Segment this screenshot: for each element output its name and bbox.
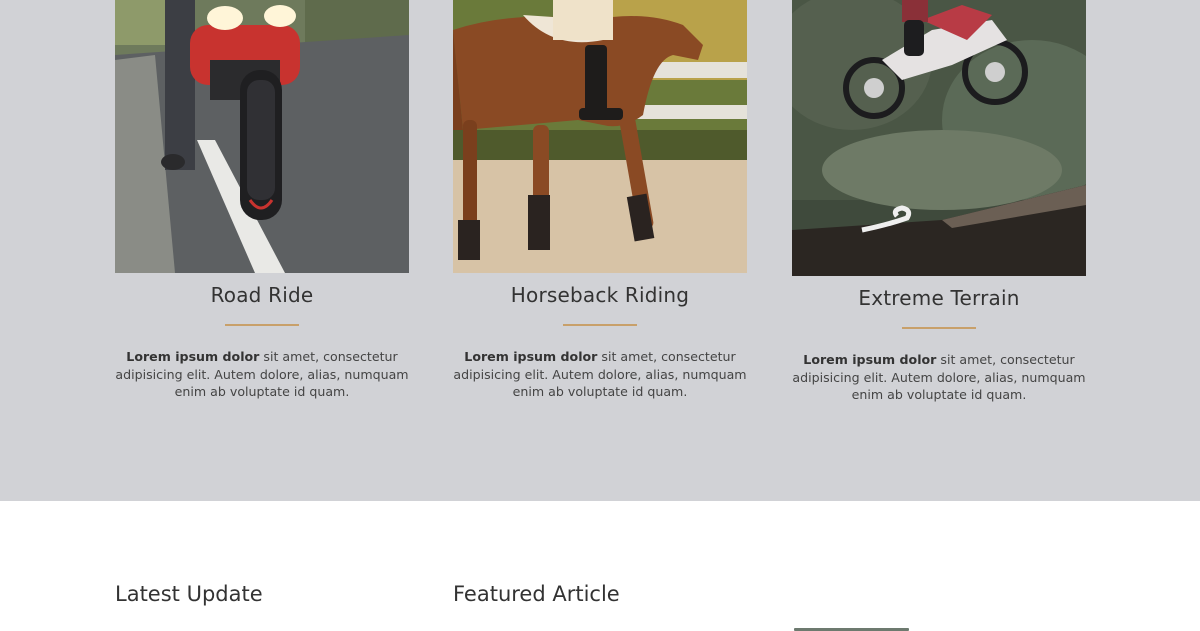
card-title: Extreme Terrain <box>858 286 1020 310</box>
dirt-bike-jump-photo <box>792 0 1086 276</box>
card-description: Lorem ipsum dolor sit amet, consectetur … <box>792 351 1086 404</box>
title-divider <box>902 327 976 329</box>
card-description-bold: Lorem ipsum dolor <box>803 352 937 367</box>
title-divider <box>563 324 637 326</box>
card-description: Lorem ipsum dolor sit amet, consectetur … <box>453 348 747 401</box>
title-divider <box>225 324 299 326</box>
card-description-bold: Lorem ipsum dolor <box>464 349 598 364</box>
card-description: Lorem ipsum dolor sit amet, consectetur … <box>115 348 409 401</box>
feature-cards-section: Road Ride Lorem ipsum dolor sit amet, co… <box>0 0 1200 501</box>
card-title: Road Ride <box>210 283 314 307</box>
updates-section: Latest Update Featured Article <box>0 501 1200 631</box>
motorcycle-on-road-photo <box>115 0 409 273</box>
featured-article-heading: Featured Article <box>453 582 620 606</box>
horse-and-rider-photo <box>453 0 747 273</box>
card-description-bold: Lorem ipsum dolor <box>126 349 260 364</box>
latest-update-heading: Latest Update <box>115 582 263 606</box>
card-title: Horseback Riding <box>510 283 690 307</box>
